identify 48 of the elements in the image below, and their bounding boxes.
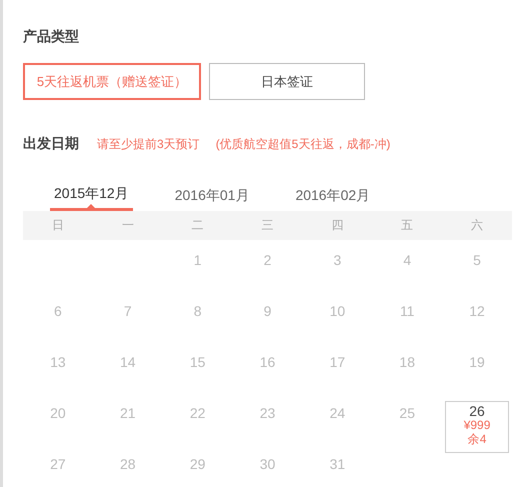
product-option[interactable]: 日本签证 xyxy=(209,63,365,100)
date-number: 16 xyxy=(260,353,276,372)
date-number: 17 xyxy=(330,353,346,372)
date-number: 27 xyxy=(50,455,66,474)
section-title: 产品类型 xyxy=(23,27,80,46)
month-tab[interactable]: 2016年02月 xyxy=(291,181,374,211)
month-tab[interactable]: 2016年01月 xyxy=(170,181,254,211)
date-number: 13 xyxy=(50,353,66,372)
date-number: 11 xyxy=(400,302,414,321)
price-text: ¥999 xyxy=(464,419,490,433)
weekday-label: 二 xyxy=(190,217,205,234)
date-number: 8 xyxy=(194,302,202,321)
weekday-label: 一 xyxy=(120,217,135,234)
weekday-label: 五 xyxy=(400,217,414,234)
stock-text: 余4 xyxy=(468,432,486,447)
date-number: 30 xyxy=(260,455,276,474)
date-number: 1 xyxy=(194,251,202,270)
date-number: 26 xyxy=(469,403,485,420)
date-number: 28 xyxy=(120,455,136,474)
weekday-label: 六 xyxy=(470,217,484,234)
date-number: 21 xyxy=(120,404,136,423)
note-text: (优质航空超值5天往返，成都-冲) xyxy=(216,136,390,152)
date-number: 19 xyxy=(469,353,485,372)
weekday-label: 四 xyxy=(330,217,344,234)
date-number: 25 xyxy=(399,404,415,423)
date-number: 31 xyxy=(330,455,346,474)
date-number: 3 xyxy=(333,251,342,270)
date-number: 10 xyxy=(330,302,346,321)
date-number: 9 xyxy=(264,302,272,321)
weekday-label: 三 xyxy=(260,217,274,234)
date-number: 5 xyxy=(473,251,481,270)
date-number: 23 xyxy=(260,404,276,423)
notice-text: 请至少提前3天预订 xyxy=(97,136,200,152)
section-title: 出发日期 xyxy=(23,134,79,153)
weekday-label: 日 xyxy=(50,217,65,234)
date-number: 24 xyxy=(330,404,346,423)
date-number: 2 xyxy=(264,251,272,270)
date-number: 29 xyxy=(190,455,206,474)
date-number: 4 xyxy=(403,251,412,270)
date-number: 15 xyxy=(190,353,206,372)
date-number: 18 xyxy=(399,353,415,372)
date-number: 6 xyxy=(54,302,62,321)
date-number: 20 xyxy=(50,404,66,423)
date-cell[interactable]: 26 ¥999 余4 xyxy=(445,401,510,453)
date-number: 12 xyxy=(469,302,485,321)
date-number: 14 xyxy=(120,353,136,372)
date-number: 22 xyxy=(190,404,206,423)
date-number: 7 xyxy=(124,302,132,321)
